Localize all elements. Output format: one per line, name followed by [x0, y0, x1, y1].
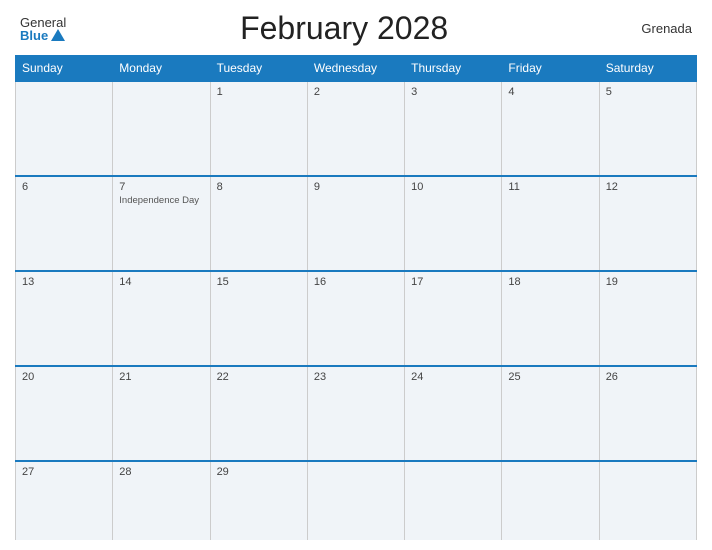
day-number: 19 — [606, 276, 690, 288]
day-number: 17 — [411, 276, 495, 288]
calendar-day-cell: 20 — [16, 366, 113, 461]
day-number: 4 — [508, 86, 592, 98]
calendar-day-cell: 24 — [405, 366, 502, 461]
calendar-day-cell: 10 — [405, 176, 502, 271]
header-thursday: Thursday — [405, 56, 502, 82]
calendar-week-row: 1 2 3 4 5 — [16, 81, 697, 176]
day-number: 18 — [508, 276, 592, 288]
logo-triangle-icon — [51, 29, 65, 41]
calendar-day-cell: 5 — [599, 81, 696, 176]
day-number: 21 — [119, 371, 203, 383]
calendar-day-cell: 2 — [307, 81, 404, 176]
calendar-day-cell: 3 — [405, 81, 502, 176]
calendar-day-cell — [502, 461, 599, 540]
header-sunday: Sunday — [16, 56, 113, 82]
day-number: 16 — [314, 276, 398, 288]
day-number: 22 — [217, 371, 301, 383]
calendar-day-cell: 6 — [16, 176, 113, 271]
calendar-day-cell — [405, 461, 502, 540]
calendar-day-cell: 23 — [307, 366, 404, 461]
calendar-day-cell: 11 — [502, 176, 599, 271]
calendar-day-cell: 19 — [599, 271, 696, 366]
day-number: 10 — [411, 181, 495, 193]
day-number: 6 — [22, 181, 106, 193]
calendar-header: General Blue February 2028 Grenada — [15, 10, 697, 47]
calendar-day-cell: 15 — [210, 271, 307, 366]
calendar-day-cell: 26 — [599, 366, 696, 461]
calendar-day-cell: 13 — [16, 271, 113, 366]
calendar-day-cell: 25 — [502, 366, 599, 461]
calendar-day-cell: 29 — [210, 461, 307, 540]
day-number: 15 — [217, 276, 301, 288]
calendar-week-row: 27 28 29 — [16, 461, 697, 540]
logo-blue-text: Blue — [20, 29, 48, 42]
day-number: 25 — [508, 371, 592, 383]
calendar-day-cell — [113, 81, 210, 176]
day-number: 2 — [314, 86, 398, 98]
calendar-day-cell: 28 — [113, 461, 210, 540]
day-number: 20 — [22, 371, 106, 383]
calendar-day-cell: 21 — [113, 366, 210, 461]
calendar-container: General Blue February 2028 Grenada Sunda… — [0, 0, 712, 550]
calendar-day-cell: 16 — [307, 271, 404, 366]
calendar-week-row: 20 21 22 23 24 25 26 — [16, 366, 697, 461]
day-number: 13 — [22, 276, 106, 288]
calendar-week-row: 13 14 15 16 17 18 19 — [16, 271, 697, 366]
day-number: 7 — [119, 181, 203, 193]
calendar-day-cell — [16, 81, 113, 176]
header-monday: Monday — [113, 56, 210, 82]
day-number: 8 — [217, 181, 301, 193]
calendar-day-cell: 1 — [210, 81, 307, 176]
calendar-day-cell — [599, 461, 696, 540]
logo-general-text: General — [20, 16, 66, 29]
day-number: 5 — [606, 86, 690, 98]
header-wednesday: Wednesday — [307, 56, 404, 82]
day-number: 1 — [217, 86, 301, 98]
day-number: 14 — [119, 276, 203, 288]
day-number: 12 — [606, 181, 690, 193]
calendar-week-row: 6 7 Independence Day 8 9 10 11 12 — [16, 176, 697, 271]
calendar-title: February 2028 — [66, 10, 622, 47]
calendar-day-cell: 7 Independence Day — [113, 176, 210, 271]
calendar-day-cell: 8 — [210, 176, 307, 271]
day-number: 23 — [314, 371, 398, 383]
calendar-day-cell: 4 — [502, 81, 599, 176]
day-number: 27 — [22, 466, 106, 478]
calendar-table: Sunday Monday Tuesday Wednesday Thursday… — [15, 55, 697, 540]
logo: General Blue — [20, 16, 66, 42]
day-number: 28 — [119, 466, 203, 478]
header-tuesday: Tuesday — [210, 56, 307, 82]
weekday-header-row: Sunday Monday Tuesday Wednesday Thursday… — [16, 56, 697, 82]
day-number: 26 — [606, 371, 690, 383]
event-label: Independence Day — [119, 195, 203, 206]
calendar-day-cell: 9 — [307, 176, 404, 271]
day-number: 9 — [314, 181, 398, 193]
day-number: 3 — [411, 86, 495, 98]
day-number: 11 — [508, 181, 592, 193]
calendar-day-cell: 27 — [16, 461, 113, 540]
calendar-day-cell: 18 — [502, 271, 599, 366]
calendar-day-cell: 14 — [113, 271, 210, 366]
calendar-day-cell: 12 — [599, 176, 696, 271]
country-label: Grenada — [622, 21, 692, 36]
calendar-day-cell — [307, 461, 404, 540]
header-friday: Friday — [502, 56, 599, 82]
header-saturday: Saturday — [599, 56, 696, 82]
day-number: 29 — [217, 466, 301, 478]
calendar-day-cell: 22 — [210, 366, 307, 461]
calendar-day-cell: 17 — [405, 271, 502, 366]
day-number: 24 — [411, 371, 495, 383]
